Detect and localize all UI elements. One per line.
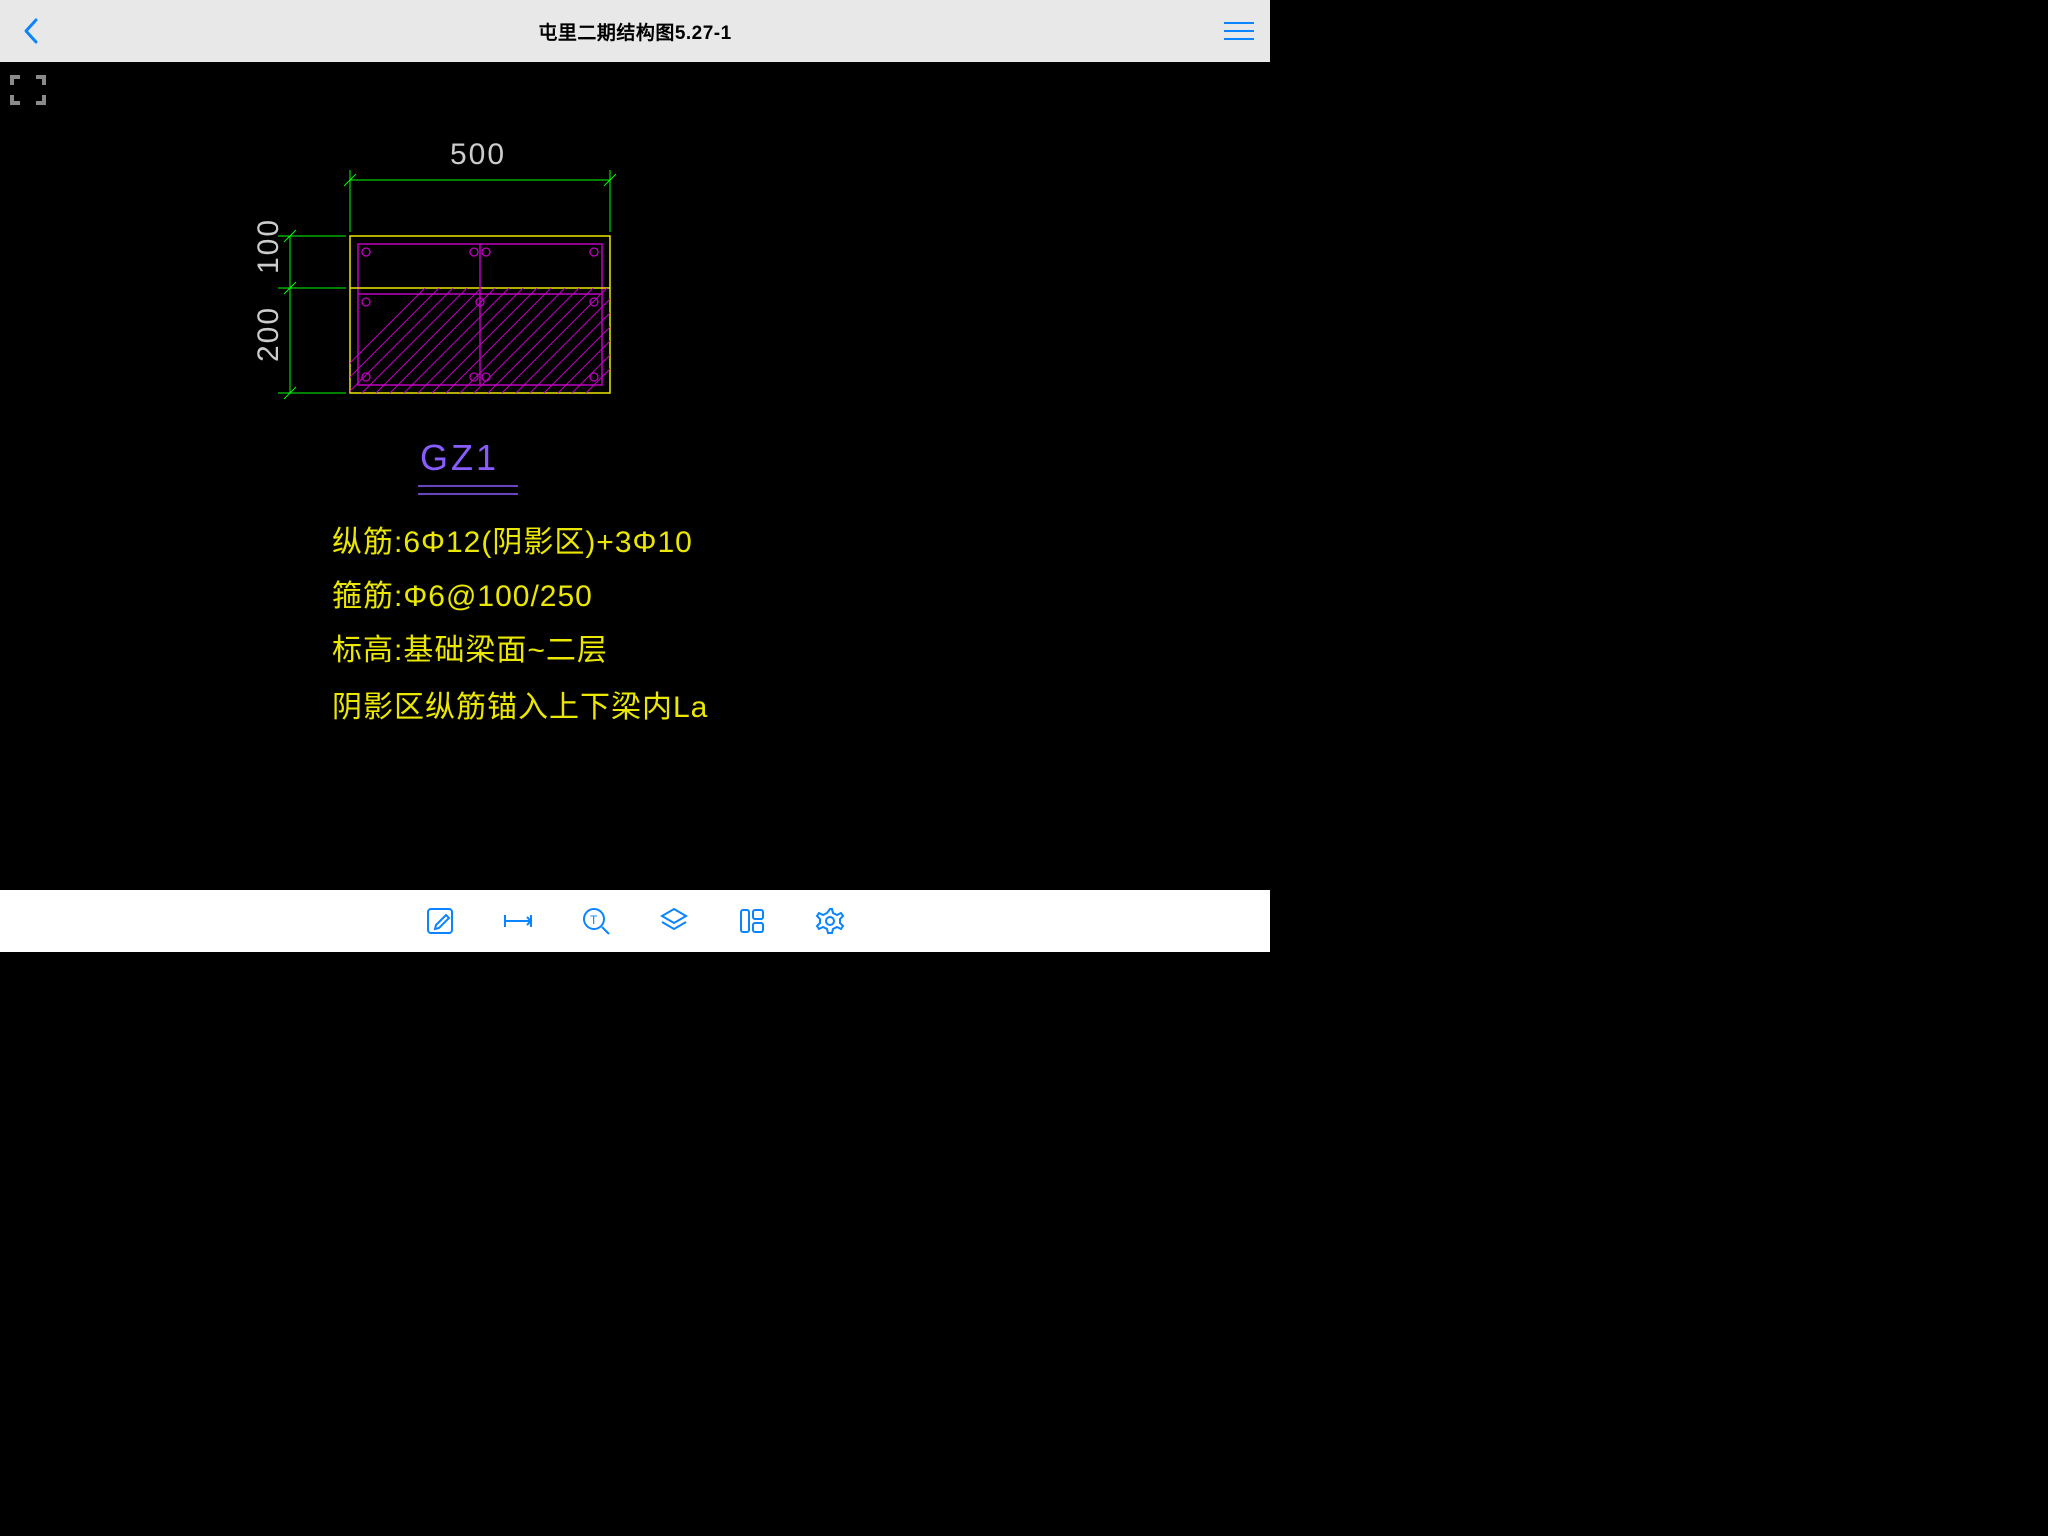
gear-icon xyxy=(815,906,845,936)
column-label: GZ1 xyxy=(420,437,499,478)
cad-drawing: 500 100 200 GZ1 纵筋:6Φ12(阴影区)+3Φ10 箍筋:Φ6@… xyxy=(0,62,1270,890)
edit-icon xyxy=(425,906,455,936)
edit-button[interactable] xyxy=(422,903,458,939)
measure-icon xyxy=(501,911,535,931)
back-chevron-icon xyxy=(23,17,39,45)
page-title: 屯里二期结构图5.27-1 xyxy=(62,18,1208,45)
anno-line-4: 阴影区纵筋锚入上下梁内La xyxy=(332,691,708,724)
anno-line-1: 纵筋:6Φ12(阴影区)+3Φ10 xyxy=(332,526,693,559)
zoom-text-button[interactable]: T xyxy=(578,903,614,939)
menu-button[interactable] xyxy=(1208,22,1270,40)
cad-canvas[interactable]: 500 100 200 GZ1 纵筋:6Φ12(阴影区)+3Φ10 箍筋:Φ6@… xyxy=(0,62,1270,890)
anno-line-2: 箍筋:Φ6@100/250 xyxy=(332,580,593,613)
dim-height-top: 100 xyxy=(252,218,285,274)
back-button[interactable] xyxy=(0,17,62,45)
svg-text:T: T xyxy=(590,913,598,927)
dim-height-bottom: 200 xyxy=(252,306,285,362)
zoom-text-icon: T xyxy=(581,906,611,936)
measure-button[interactable] xyxy=(500,903,536,939)
anno-line-3: 标高:基础梁面~二层 xyxy=(332,634,608,667)
layers-button[interactable] xyxy=(656,903,692,939)
layers-icon xyxy=(659,906,689,936)
dim-width: 500 xyxy=(450,138,506,171)
layout-icon xyxy=(738,907,766,935)
layout-button[interactable] xyxy=(734,903,770,939)
settings-button[interactable] xyxy=(812,903,848,939)
hamburger-icon xyxy=(1224,22,1254,40)
bottom-toolbar: T xyxy=(0,890,1270,952)
